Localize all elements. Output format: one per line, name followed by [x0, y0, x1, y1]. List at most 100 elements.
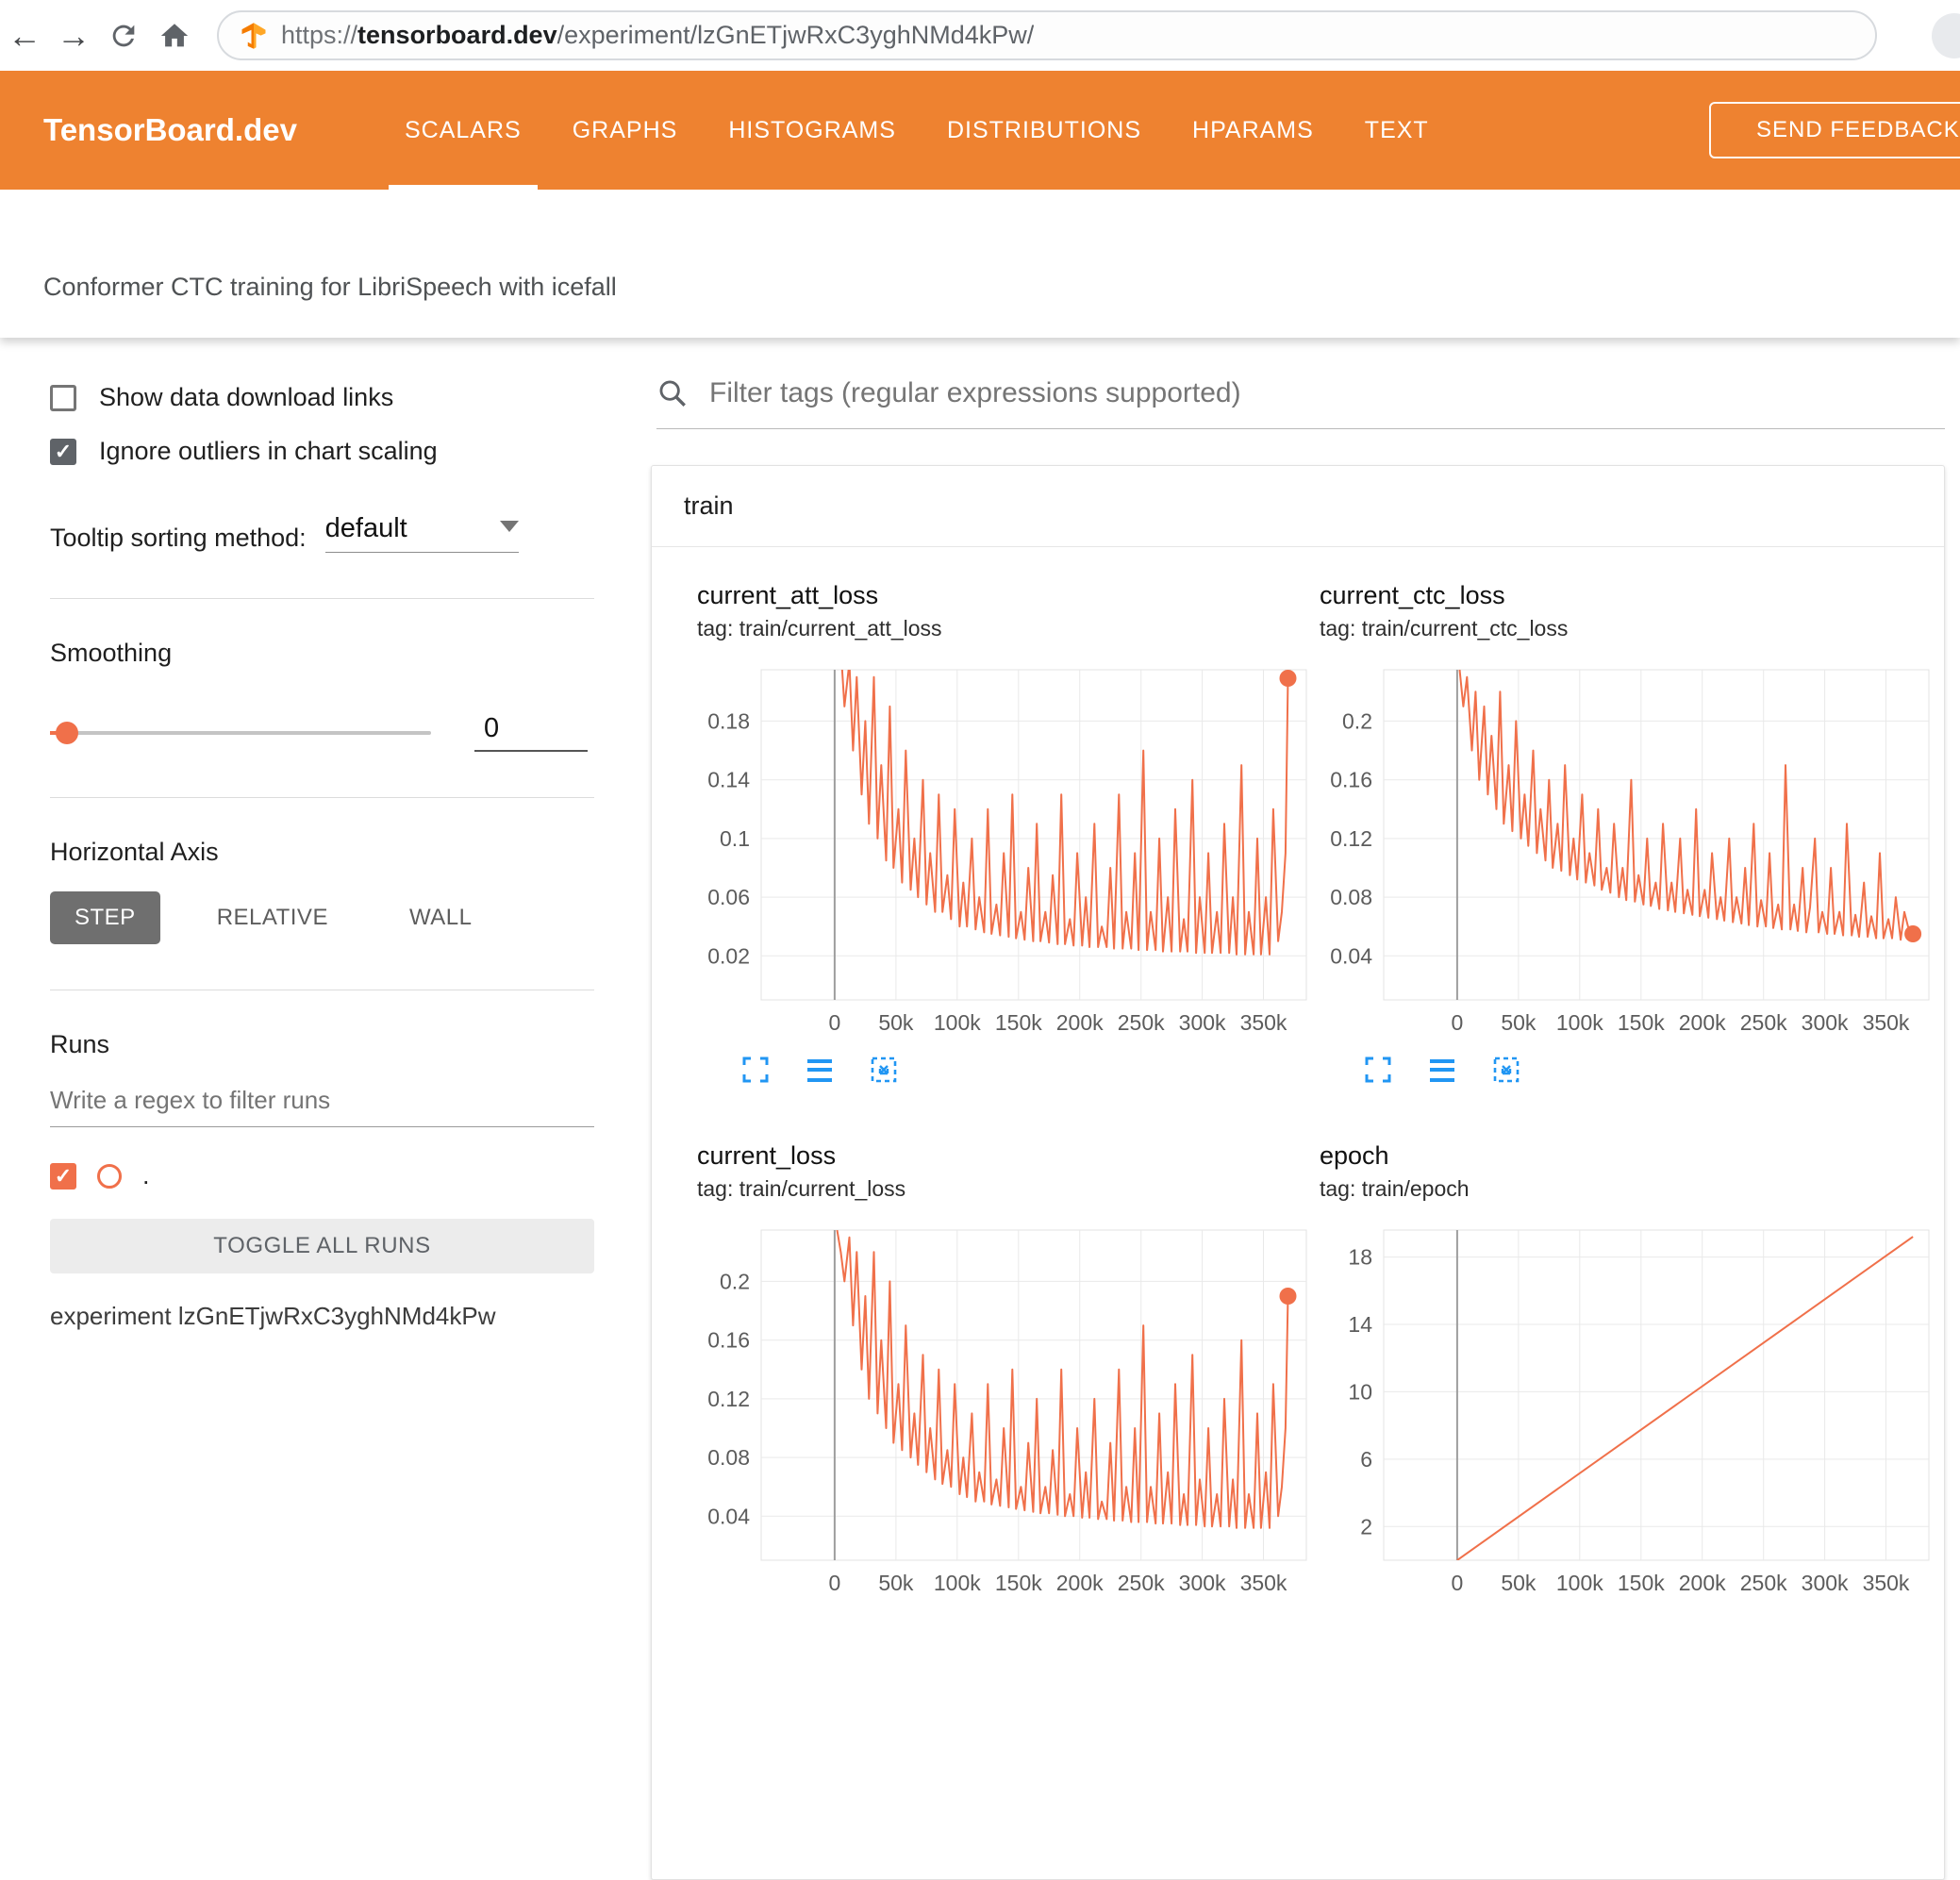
chevron-down-icon [500, 521, 519, 532]
svg-text:50k: 50k [878, 1571, 914, 1595]
svg-text:300k: 300k [1802, 1010, 1849, 1035]
fit-domain-icon[interactable] [869, 1055, 899, 1085]
nav-tabs: SCALARS GRAPHS HISTOGRAMS DISTRIBUTIONS … [379, 71, 1454, 190]
fit-domain-icon[interactable] [1491, 1055, 1521, 1085]
svg-text:150k: 150k [1618, 1010, 1665, 1035]
axis-wall-button[interactable]: WALL [385, 891, 496, 944]
tab-scalars[interactable]: SCALARS [379, 71, 547, 190]
axis-step-button[interactable]: STEP [50, 891, 160, 944]
svg-text:250k: 250k [1740, 1571, 1787, 1595]
runs-filter-input[interactable] [50, 1086, 594, 1127]
smoothing-label: Smoothing [50, 639, 594, 668]
line-chart[interactable]: 26101418050k100k150k200k250k300k350k [1320, 1223, 1942, 1600]
smoothing-value-input[interactable] [474, 713, 588, 752]
app-header: TensorBoard.dev SCALARS GRAPHS HISTOGRAM… [0, 71, 1960, 190]
tab-histograms[interactable]: HISTOGRAMS [703, 71, 922, 190]
svg-text:18: 18 [1348, 1245, 1372, 1270]
line-chart[interactable]: 0.040.080.120.160.2050k100k150k200k250k3… [697, 1223, 1320, 1600]
svg-text:0.16: 0.16 [707, 1328, 750, 1353]
svg-text:10: 10 [1348, 1379, 1372, 1404]
chart-tag: tag: train/current_att_loss [697, 616, 1320, 641]
svg-text:150k: 150k [995, 1571, 1042, 1595]
svg-text:0: 0 [1452, 1010, 1464, 1035]
smoothing-row [50, 713, 594, 752]
svg-text:0.12: 0.12 [1330, 826, 1372, 851]
svg-text:200k: 200k [1679, 1010, 1726, 1035]
expand-chart-icon[interactable] [1363, 1055, 1393, 1085]
log-scale-icon[interactable] [805, 1055, 835, 1085]
toggle-all-runs-button[interactable]: TOGGLE ALL RUNS [50, 1219, 594, 1273]
log-scale-icon[interactable] [1427, 1055, 1457, 1085]
ignore-outliers-row: ✓ Ignore outliers in chart scaling [50, 437, 594, 466]
svg-text:100k: 100k [934, 1571, 981, 1595]
horizontal-axis-label: Horizontal Axis [50, 838, 594, 867]
svg-text:0.14: 0.14 [707, 768, 750, 792]
slider-thumb[interactable] [56, 722, 78, 744]
expand-chart-icon[interactable] [740, 1055, 771, 1085]
svg-text:0.06: 0.06 [707, 885, 750, 909]
svg-text:300k: 300k [1179, 1571, 1226, 1595]
browser-chrome: ← → https://tensorboard.dev/experiment/l… [0, 0, 1960, 71]
show-download-checkbox[interactable] [50, 385, 76, 411]
tab-graphs[interactable]: GRAPHS [547, 71, 704, 190]
tab-hparams[interactable]: HPARAMS [1167, 71, 1339, 190]
svg-text:6: 6 [1360, 1447, 1372, 1472]
smoothing-slider[interactable] [50, 731, 431, 735]
tensorboard-favicon [240, 22, 268, 50]
chart-toolbar [1363, 1055, 1942, 1085]
svg-text:100k: 100k [1556, 1010, 1603, 1035]
svg-text:200k: 200k [1056, 1571, 1104, 1595]
svg-text:0.18: 0.18 [707, 708, 750, 733]
svg-text:350k: 350k [1240, 1010, 1287, 1035]
svg-text:250k: 250k [1118, 1571, 1165, 1595]
address-bar[interactable]: https://tensorboard.dev/experiment/lzGnE… [217, 10, 1877, 60]
reload-icon[interactable] [108, 20, 140, 52]
experiment-id-label: experiment lzGnETjwRxC3yghNMd4kPw [50, 1302, 594, 1331]
tab-text[interactable]: TEXT [1339, 71, 1454, 190]
svg-text:0.02: 0.02 [707, 943, 750, 968]
svg-text:350k: 350k [1863, 1571, 1910, 1595]
svg-text:300k: 300k [1802, 1571, 1849, 1595]
chart-current-att-loss: current_att_loss tag: train/current_att_… [697, 581, 1320, 1085]
svg-text:0.1: 0.1 [720, 826, 750, 851]
line-chart[interactable]: 0.040.080.120.160.2050k100k150k200k250k3… [1320, 662, 1942, 1040]
svg-text:0.2: 0.2 [720, 1269, 750, 1293]
svg-text:150k: 150k [995, 1010, 1042, 1035]
chart-current-ctc-loss: current_ctc_loss tag: train/current_ctc_… [1320, 581, 1942, 1085]
svg-text:250k: 250k [1740, 1010, 1787, 1035]
forward-icon[interactable]: → [49, 0, 98, 71]
search-icon [656, 377, 689, 409]
tab-distributions[interactable]: DISTRIBUTIONS [922, 71, 1167, 190]
tooltip-sorting-label: Tooltip sorting method: [50, 524, 307, 553]
run-checkbox[interactable]: ✓ [50, 1163, 76, 1190]
tooltip-sorting-select[interactable]: default [325, 513, 519, 553]
svg-text:200k: 200k [1056, 1010, 1104, 1035]
line-chart[interactable]: 0.020.060.10.140.18050k100k150k200k250k3… [697, 662, 1320, 1040]
chart-epoch: epoch tag: train/epoch 26101418050k100k1… [1320, 1141, 1942, 1600]
experiment-title: Conformer CTC training for LibriSpeech w… [43, 273, 617, 302]
ignore-outliers-checkbox[interactable]: ✓ [50, 439, 76, 465]
svg-text:0.2: 0.2 [1342, 708, 1372, 733]
home-icon[interactable] [158, 20, 191, 52]
svg-text:14: 14 [1348, 1312, 1372, 1337]
tooltip-sorting-value: default [325, 513, 407, 544]
train-group-header[interactable]: train [652, 466, 1944, 547]
svg-text:50k: 50k [1501, 1010, 1536, 1035]
browser-avatar[interactable] [1932, 13, 1960, 58]
send-feedback-button[interactable]: SEND FEEDBACK [1709, 102, 1960, 158]
chart-title: current_att_loss [697, 581, 1320, 610]
settings-sidebar: Show data download links ✓ Ignore outlie… [0, 338, 632, 1572]
svg-text:0.16: 0.16 [1330, 768, 1372, 792]
url-domain: tensorboard.dev [357, 21, 557, 49]
svg-text:100k: 100k [934, 1010, 981, 1035]
url-path: /experiment/lzGnETjwRxC3yghNMd4kPw/ [557, 21, 1035, 49]
svg-text:0.08: 0.08 [707, 1445, 750, 1470]
axis-relative-button[interactable]: RELATIVE [192, 891, 353, 944]
chart-title: current_loss [697, 1141, 1320, 1171]
filter-tags-input[interactable] [709, 377, 1945, 409]
chart-toolbar [740, 1055, 1320, 1085]
svg-text:350k: 350k [1240, 1571, 1287, 1595]
svg-text:0.04: 0.04 [707, 1504, 750, 1528]
back-icon[interactable]: ← [0, 0, 49, 71]
show-download-row: Show data download links [50, 383, 594, 412]
